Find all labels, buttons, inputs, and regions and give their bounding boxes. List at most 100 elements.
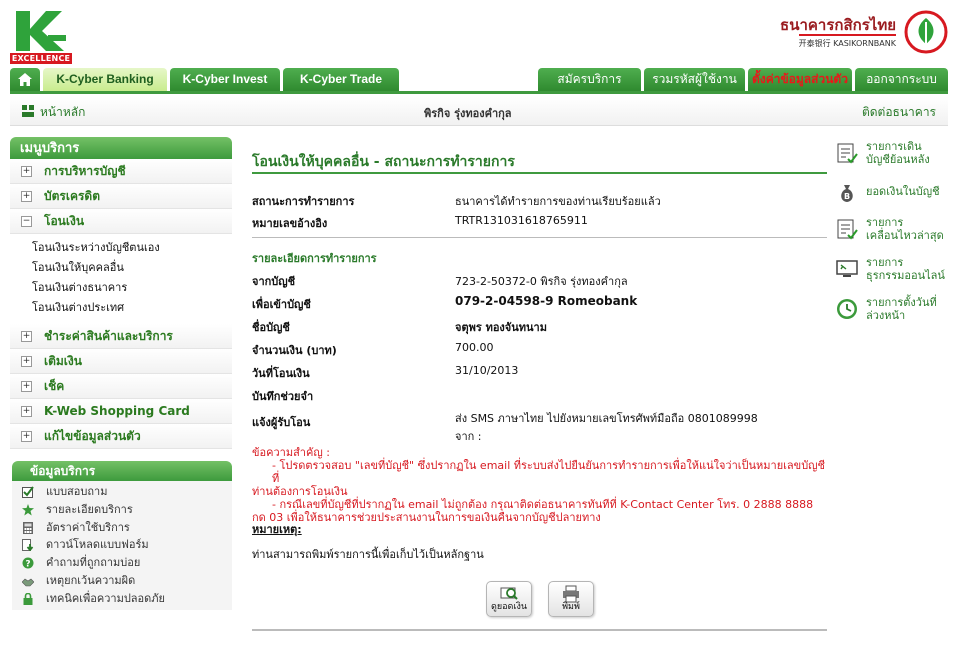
sub-header: หน้าหลัก พิรกิจ รุ่งทองคำกุล ติดต่อธนาคา… — [10, 97, 948, 126]
home-link-label: หน้าหลัก — [40, 105, 86, 119]
shortcut-line: บัญชีย้อนหลัง — [866, 153, 930, 166]
shortcut-line: รายการ — [866, 216, 904, 229]
kasikornbank-logo: ธนาคารกสิกรไทย 开泰银行 KASIKORNBANK — [768, 10, 948, 54]
shortcut-line: รายการ — [866, 256, 904, 269]
notify-recipient-label: แจ้งผู้รับโอน — [252, 416, 311, 429]
info-disclaimer[interactable]: เหตุยกเว้นความผิด — [12, 572, 232, 590]
menu-top-up[interactable]: + เติมเงิน — [10, 349, 232, 374]
account-name-value: จตุพร ทองจันทนาม — [455, 321, 547, 334]
notice-line-2b: กด 03 เพื่อให้ธนาคารช่วยประสานงานในการขอ… — [252, 511, 601, 524]
bottom-divider — [252, 629, 827, 631]
kbank-excellence-logo[interactable]: EXCELLENCE — [10, 9, 72, 64]
menu-edit-profile[interactable]: + แก้ไขข้อมูลส่วนตัว — [10, 424, 232, 449]
amount-label: จำนวนเงิน (บาท) — [252, 344, 337, 357]
submenu-international-transfer[interactable]: โอนเงินต่างประเทศ — [10, 298, 232, 318]
shortcut-line: เคลื่อนไหวล่าสุด — [866, 229, 944, 242]
remark-body: ท่านสามารถพิมพ์รายการนี้เพื่อเก็บไว้เป็น… — [252, 548, 484, 561]
info-service-details[interactable]: รายละเอียดบริการ — [12, 501, 232, 519]
expand-icon: + — [21, 431, 32, 442]
tab-k-cyber-invest[interactable]: K-Cyber Invest — [170, 68, 280, 91]
home-tab[interactable] — [10, 68, 40, 91]
menu-label: การบริหารบัญชี — [44, 164, 126, 178]
view-balance-button[interactable]: ดูยอดเงิน — [486, 581, 532, 617]
shortcut-account-balance[interactable]: B ยอดเงินในบัญชี — [836, 180, 946, 216]
lock-icon — [23, 592, 33, 605]
question-icon: ? — [22, 557, 34, 569]
menu-credit-card[interactable]: + บัตรเครดิต — [10, 184, 232, 209]
service-info-box: ข้อมูลบริการ แบบสอบถาม รายละเอียดบริการ … — [12, 461, 232, 610]
menu-bill-payment[interactable]: + ชำระค่าสินค้าและบริการ — [10, 324, 232, 349]
menu-label: แก้ไขข้อมูลส่วนตัว — [44, 429, 141, 443]
tab-register-service[interactable]: สมัครบริการ — [538, 68, 641, 91]
submenu-interbank-transfer[interactable]: โอนเงินต่างธนาคาร — [10, 278, 232, 298]
info-survey[interactable]: แบบสอบถาม — [12, 483, 232, 501]
submenu-own-account-transfer[interactable]: โอนเงินระหว่างบัญชีตนเอง — [10, 238, 232, 258]
info-service-fees[interactable]: อัตราค่าใช้บริการ — [12, 519, 232, 537]
shortcut-scheduled-transactions[interactable]: รายการตั้งวันที่ ล่วงหน้า — [836, 296, 946, 332]
calculator-icon — [23, 521, 33, 534]
remark-title: หมายเหตุ: — [252, 523, 302, 536]
shortcut-line: รายการตั้งวันที่ — [866, 296, 937, 309]
info-item-label: เทคนิคเพื่อความปลอดภัย — [46, 591, 165, 605]
monitor-icon — [836, 260, 858, 277]
info-item-label: ดาวน์โหลดแบบฟอร์ม — [46, 538, 149, 552]
notice-title: ข้อความสำคัญ : — [252, 446, 330, 459]
transactions-icon — [837, 219, 858, 240]
expand-icon: + — [21, 166, 32, 177]
menu-label: บัตรเครดิต — [44, 189, 101, 203]
money-bag-icon: B — [841, 185, 853, 202]
menu-k-web-shopping-card[interactable]: + K-Web Shopping Card — [10, 399, 232, 424]
checkbox-icon — [22, 486, 34, 498]
notice-line-1: - โปรดตรวจสอบ "เลขที่บัญชี" ซึ่งปรากฏใน … — [272, 459, 826, 485]
tab-personal-settings[interactable]: ตั้งค่าข้อมูลส่วนตัว — [748, 68, 852, 91]
menu-label: เช็ค — [44, 379, 65, 393]
reference-label: หมายเลขอ้างอิง — [252, 217, 328, 230]
shortcut-recent-transactions[interactable]: รายการ เคลื่อนไหวล่าสุด — [836, 216, 946, 252]
notice-line-2: - กรณีเลขที่บัญชีที่ปรากฏใน email ไม่ถูก… — [272, 498, 814, 511]
tab-k-cyber-banking[interactable]: K-Cyber Banking — [43, 68, 167, 91]
info-download-forms[interactable]: ดาวน์โหลดแบบฟอร์ม — [12, 536, 232, 554]
menu-label: โอนเงิน — [44, 214, 85, 228]
menu-label: K-Web Shopping Card — [44, 404, 190, 418]
tab-k-cyber-trade[interactable]: K-Cyber Trade — [283, 68, 399, 91]
print-button[interactable]: พิมพ์ — [548, 581, 594, 617]
download-icon — [22, 539, 34, 552]
shortcut-line: ธุรกรรมออนไลน์ — [866, 269, 945, 282]
service-menu: เมนูบริการ + การบริหารบัญชี + บัตรเครดิต −… — [10, 137, 232, 449]
info-item-label: แบบสอบถาม — [46, 485, 108, 498]
star-icon — [22, 503, 34, 516]
notify-recipient-value: ส่ง SMS ภาษาไทย ไปยังหมายเลขโทรศัพท์มือถ… — [455, 409, 758, 445]
home-link[interactable]: หน้าหลัก — [22, 103, 85, 122]
amount-value: 700.00 — [455, 341, 494, 354]
shortcut-online-transactions[interactable]: รายการ ธุรกรรมออนไลน์ — [836, 256, 946, 292]
service-menu-title: เมนูบริการ — [10, 137, 232, 159]
info-faq[interactable]: ? คำถามที่ถูกถามบ่อย — [12, 554, 232, 572]
info-security-tips[interactable]: เทคนิคเพื่อความปลอดภัย — [12, 590, 232, 608]
account-name-label: ชื่อบัญชี — [252, 321, 290, 334]
contact-bank-link[interactable]: ติดต่อธนาคาร — [862, 103, 936, 122]
tab-combine-user-id[interactable]: รวมรหัสผู้ใช้งาน — [644, 68, 745, 91]
clock-icon — [837, 299, 857, 319]
handshake-icon — [22, 578, 34, 587]
info-item-label: อัตราค่าใช้บริการ — [46, 520, 130, 534]
menu-transfer[interactable]: − โอนเงิน — [10, 209, 232, 234]
from-account-label: จากบัญชี — [252, 275, 296, 288]
notice-line-1b: ท่านต้องการโอนเงิน — [252, 485, 348, 498]
menu-account-management[interactable]: + การบริหารบัญชี — [10, 159, 232, 184]
view-balance-label: ดูยอดเงิน — [491, 602, 527, 612]
main-tab-bar: K-Cyber Banking K-Cyber Invest K-Cyber T… — [10, 68, 948, 94]
notify-sms-text: ส่ง SMS ภาษาไทย ไปยังหมายเลขโทรศัพท์มือถ… — [455, 412, 758, 425]
menu-cheque[interactable]: + เช็ค — [10, 374, 232, 399]
transfer-submenu: โอนเงินระหว่างบัญชีตนเอง โอนเงินให้บุคคล… — [10, 234, 232, 324]
shortcut-statement-history[interactable]: รายการเดิน บัญชีย้อนหลัง — [836, 140, 946, 176]
tab-logout[interactable]: ออกจากระบบ — [855, 68, 948, 91]
grid-icon — [22, 105, 34, 117]
collapse-icon: − — [21, 216, 32, 227]
title-divider — [252, 172, 827, 174]
print-label: พิมพ์ — [562, 602, 580, 612]
to-account-value: 079-2-04598-9 Romeobank — [455, 294, 638, 308]
submenu-third-party-transfer[interactable]: โอนเงินให้บุคคลอื่น — [10, 258, 232, 278]
reference-value: TRTR131031618765911 — [455, 214, 588, 227]
logged-in-user: พิรกิจ รุ่งทองคำกุล — [424, 107, 512, 120]
menu-label: เติมเงิน — [44, 354, 82, 368]
